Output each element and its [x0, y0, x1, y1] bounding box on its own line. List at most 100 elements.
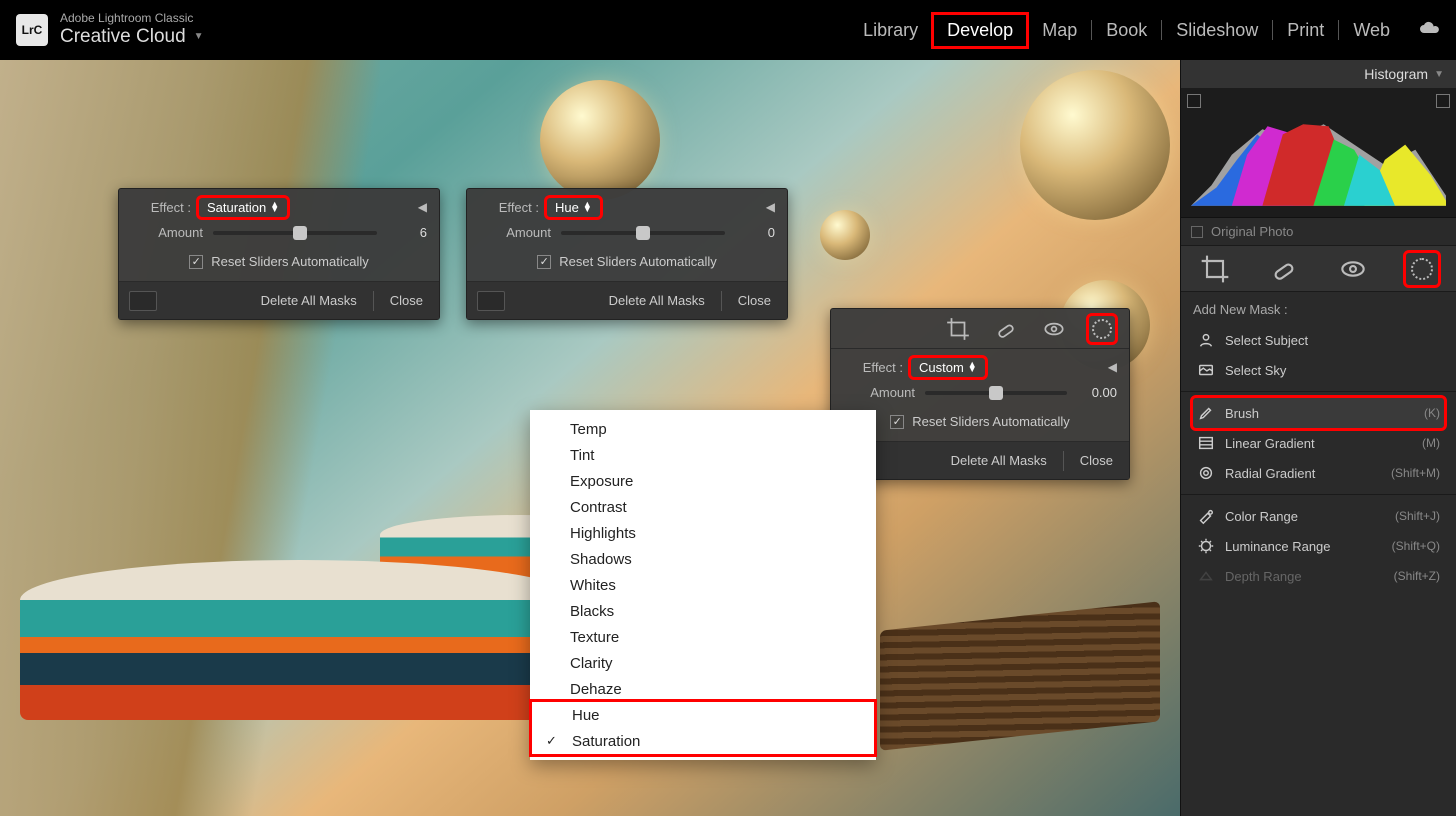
dropdown-item-whites[interactable]: Whites [530, 572, 876, 598]
effect-panel-saturation: Effect : Saturation ▲▼ ◀ Amount 6 ✓ Rese… [118, 188, 440, 320]
redeye-tool-icon[interactable] [1041, 316, 1067, 342]
effect-select-value: Hue [555, 200, 579, 215]
crop-tool-icon[interactable] [1199, 253, 1231, 285]
mask-color-range[interactable]: Color Range (Shift+J) [1193, 501, 1444, 531]
slider-knob[interactable] [293, 226, 307, 240]
redeye-tool-icon[interactable] [1337, 253, 1369, 285]
panel-toggle[interactable] [129, 291, 157, 311]
cloud-sync-icon[interactable] [1418, 20, 1440, 41]
delete-all-masks-button[interactable]: Delete All Masks [245, 293, 373, 308]
dropdown-item-label: Blacks [570, 603, 614, 620]
amount-slider[interactable] [213, 231, 377, 235]
dropdown-item-contrast[interactable]: Contrast [530, 494, 876, 520]
crop-tool-icon[interactable] [945, 316, 971, 342]
close-button[interactable]: Close [374, 293, 439, 308]
dropdown-item-temp[interactable]: Temp [530, 416, 876, 442]
collapse-icon[interactable]: ◀ [766, 200, 775, 214]
mask-select-subject[interactable]: Select Subject [1193, 325, 1444, 355]
dropdown-item-shadows[interactable]: Shadows [530, 546, 876, 572]
amount-value[interactable]: 0 [735, 225, 775, 240]
app-title-line2[interactable]: Creative Cloud ▼ [60, 26, 204, 48]
healing-tool-icon[interactable] [1268, 253, 1300, 285]
clip-indicator-shadows[interactable] [1187, 94, 1201, 108]
effect-select-value: Saturation [207, 200, 266, 215]
color-range-icon [1197, 507, 1215, 525]
dropdown-item-exposure[interactable]: Exposure [530, 468, 876, 494]
effect-dropdown: Temp Tint Exposure Contrast Highlights S… [530, 410, 876, 760]
amount-slider[interactable] [561, 231, 725, 235]
clip-indicator-highlights[interactable] [1436, 94, 1450, 108]
nav-map[interactable]: Map [1028, 14, 1091, 47]
mask-radial-gradient[interactable]: Radial Gradient (Shift+M) [1193, 458, 1444, 488]
checkbox-icon[interactable] [1191, 226, 1203, 238]
amount-value[interactable]: 0.00 [1077, 385, 1117, 400]
collapse-icon[interactable]: ◀ [1108, 360, 1117, 374]
effect-select-value: Custom [919, 360, 964, 375]
reset-checkbox[interactable]: ✓ [890, 415, 904, 429]
close-button[interactable]: Close [722, 293, 787, 308]
app-title-text: Creative Cloud [60, 26, 186, 48]
dropdown-item-clarity[interactable]: Clarity [530, 650, 876, 676]
dropdown-item-texture[interactable]: Texture [530, 624, 876, 650]
effect-select-saturation[interactable]: Saturation ▲▼ [199, 198, 287, 217]
dropdown-item-dehaze[interactable]: Dehaze [530, 676, 876, 702]
reset-checkbox[interactable]: ✓ [537, 255, 551, 269]
separator [1181, 391, 1456, 392]
dropdown-item-label: Clarity [570, 655, 613, 672]
effect-panel-hue: Effect : Hue ▲▼ ◀ Amount 0 ✓ Reset Slide… [466, 188, 788, 320]
dropdown-item-label: Dehaze [570, 681, 622, 698]
mask-item-label: Radial Gradient [1225, 466, 1315, 481]
brush-icon [1197, 404, 1215, 422]
bg-planks [880, 601, 1160, 750]
mask-item-kbd: (M) [1422, 436, 1440, 450]
masking-tool-icon[interactable] [1406, 253, 1438, 285]
dropdown-item-label: Texture [570, 629, 619, 646]
nav-slideshow[interactable]: Slideshow [1162, 14, 1272, 47]
panel-toggle[interactable] [477, 291, 505, 311]
mask-item-kbd: (Shift+J) [1395, 509, 1440, 523]
dropdown-item-blacks[interactable]: Blacks [530, 598, 876, 624]
mini-tool-strip [831, 309, 1129, 349]
histogram-panel[interactable] [1181, 88, 1456, 218]
masking-tool-icon[interactable] [1089, 316, 1115, 342]
luminance-range-icon [1197, 537, 1215, 555]
dropdown-item-hue[interactable]: Hue [532, 702, 874, 728]
dropdown-item-label: Contrast [570, 499, 627, 516]
dropdown-item-tint[interactable]: Tint [530, 442, 876, 468]
dropdown-item-saturation[interactable]: ✓ Saturation [532, 728, 874, 754]
close-button[interactable]: Close [1064, 453, 1129, 468]
nav-print[interactable]: Print [1273, 14, 1338, 47]
mask-linear-gradient[interactable]: Linear Gradient (M) [1193, 428, 1444, 458]
reset-checkbox[interactable]: ✓ [189, 255, 203, 269]
nav-book[interactable]: Book [1092, 14, 1161, 47]
dropdown-item-label: Whites [570, 577, 616, 594]
mask-luminance-range[interactable]: Luminance Range (Shift+Q) [1193, 531, 1444, 561]
original-photo-row[interactable]: Original Photo [1181, 218, 1456, 246]
slider-knob[interactable] [636, 226, 650, 240]
histogram-header[interactable]: Histogram ▼ [1181, 60, 1456, 88]
healing-tool-icon[interactable] [993, 316, 1019, 342]
delete-all-masks-button[interactable]: Delete All Masks [593, 293, 721, 308]
effect-label: Effect : [479, 200, 539, 215]
slider-knob[interactable] [989, 386, 1003, 400]
mask-select-sky[interactable]: Select Sky [1193, 355, 1444, 385]
nav-web[interactable]: Web [1339, 14, 1404, 47]
reset-label: Reset Sliders Automatically [559, 254, 717, 269]
add-mask-label: Add New Mask : [1193, 302, 1444, 317]
amount-slider[interactable] [925, 391, 1067, 395]
dropdown-item-highlights[interactable]: Highlights [530, 520, 876, 546]
effect-select-hue[interactable]: Hue ▲▼ [547, 198, 600, 217]
nav-develop[interactable]: Develop [933, 14, 1027, 47]
mask-brush[interactable]: Brush (K) [1193, 398, 1444, 428]
amount-value[interactable]: 6 [387, 225, 427, 240]
mask-depth-range[interactable]: Depth Range (Shift+Z) [1193, 561, 1444, 591]
collapse-icon[interactable]: ◀ [418, 200, 427, 214]
mask-item-label: Select Sky [1225, 363, 1286, 378]
effect-select-custom[interactable]: Custom ▲▼ [911, 358, 985, 377]
mask-item-label: Color Range [1225, 509, 1298, 524]
updown-icon: ▲▼ [270, 202, 279, 213]
effect-label: Effect : [131, 200, 191, 215]
updown-icon: ▲▼ [968, 362, 977, 373]
nav-library[interactable]: Library [849, 14, 932, 47]
delete-all-masks-button[interactable]: Delete All Masks [935, 453, 1063, 468]
